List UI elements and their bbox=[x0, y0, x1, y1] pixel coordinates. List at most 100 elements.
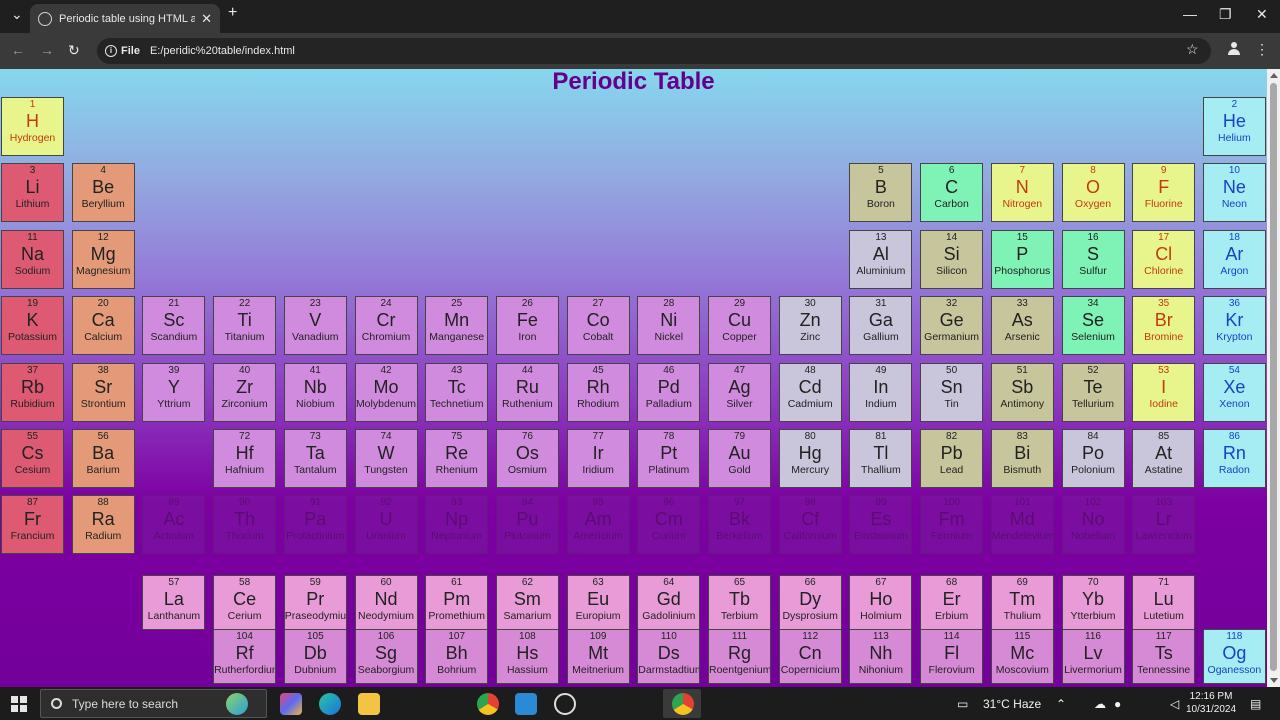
element-cd[interactable]: 48 Cd Cadmium bbox=[778, 363, 842, 422]
address-bar[interactable]: i File E:/peridic%20table/index.html bbox=[97, 38, 1211, 64]
element-mo[interactable]: 42 Mo Molybdenum bbox=[354, 363, 418, 422]
element-lv[interactable]: 116 Lv Livermorium bbox=[1061, 629, 1125, 684]
element-ce[interactable]: 58 Ce Cerium bbox=[213, 575, 277, 630]
element-n[interactable]: 7 N Nitrogen bbox=[990, 163, 1054, 222]
minimize-icon[interactable]: — bbox=[1183, 6, 1197, 22]
element-cu[interactable]: 29 Cu Copper bbox=[708, 296, 771, 355]
element-nh[interactable]: 113 Nh Nihonium bbox=[849, 629, 913, 684]
element-kr[interactable]: 36 Kr Krypton bbox=[1202, 296, 1266, 355]
element-yb[interactable]: 70 Yb Ytterbium bbox=[1061, 575, 1125, 630]
element-he[interactable]: 2 He Helium bbox=[1202, 97, 1266, 156]
element-b[interactable]: 5 B Boron bbox=[849, 163, 913, 222]
restore-icon[interactable]: ❐ bbox=[1219, 6, 1232, 23]
element-u[interactable]: 92 U Uranium bbox=[354, 495, 418, 554]
element-sm[interactable]: 62 Sm Samarium bbox=[495, 575, 559, 630]
element-k[interactable]: 19 K Potassium bbox=[1, 296, 64, 355]
edge-icon[interactable] bbox=[319, 693, 341, 715]
element-ti[interactable]: 22 Ti Titanium bbox=[213, 296, 277, 355]
element-w[interactable]: 74 W Tungsten bbox=[354, 429, 418, 488]
element-ho[interactable]: 67 Ho Holmium bbox=[849, 575, 913, 630]
volume-icon[interactable]: ◁ bbox=[1170, 697, 1179, 711]
element-al[interactable]: 13 Al Aluminium bbox=[849, 230, 913, 289]
taskbar-clock[interactable]: 12:16 PM 10/31/2024 bbox=[1186, 690, 1236, 716]
element-at[interactable]: 85 At Astatine bbox=[1132, 429, 1196, 488]
cloud-icon[interactable]: ☁ bbox=[1094, 697, 1106, 711]
element-se[interactable]: 34 Se Selenium bbox=[1061, 296, 1125, 355]
scrollbar[interactable] bbox=[1267, 69, 1280, 687]
element-th[interactable]: 90 Th Thorium bbox=[213, 495, 277, 554]
scroll-up-icon[interactable] bbox=[1270, 73, 1278, 78]
element-og[interactable]: 118 Og Oganesson bbox=[1202, 629, 1266, 684]
element-cn[interactable]: 112 Cn Copernicium bbox=[778, 629, 842, 684]
element-as[interactable]: 33 As Arsenic bbox=[990, 296, 1054, 355]
element-ca[interactable]: 20 Ca Calcium bbox=[71, 296, 135, 355]
vscode-icon[interactable] bbox=[515, 693, 537, 715]
element-hf[interactable]: 72 Hf Hafnium bbox=[213, 429, 277, 488]
close-window-icon[interactable]: ✕ bbox=[1256, 6, 1268, 23]
element-nb[interactable]: 41 Nb Niobium bbox=[283, 363, 347, 422]
element-o[interactable]: 8 O Oxygen bbox=[1061, 163, 1125, 222]
copilot-icon[interactable] bbox=[280, 693, 302, 715]
forward-arrow-icon[interactable]: → bbox=[40, 42, 54, 58]
element-hs[interactable]: 108 Hs Hassium bbox=[495, 629, 559, 684]
element-mg[interactable]: 12 Mg Magnesium bbox=[71, 230, 135, 289]
element-ge[interactable]: 32 Ge Germanium bbox=[920, 296, 984, 355]
element-v[interactable]: 23 V Vanadium bbox=[283, 296, 347, 355]
element-rg[interactable]: 111 Rg Roentgenium bbox=[708, 629, 771, 684]
element-lu[interactable]: 71 Lu Lutetium bbox=[1132, 575, 1196, 630]
tray-chevron-icon[interactable]: ⌃ bbox=[1056, 697, 1066, 711]
element-tc[interactable]: 43 Tc Technetium bbox=[425, 363, 489, 422]
browser-tab[interactable]: Periodic table using HTML and ✕ bbox=[30, 4, 220, 33]
element-ir[interactable]: 77 Ir Iridium bbox=[566, 429, 630, 488]
element-ni[interactable]: 28 Ni Nickel bbox=[637, 296, 701, 355]
element-sn[interactable]: 50 Sn Tin bbox=[920, 363, 984, 422]
element-rf[interactable]: 104 Rf Rutherfordium bbox=[213, 629, 277, 684]
element-tb[interactable]: 65 Tb Terbium bbox=[708, 575, 771, 630]
element-i[interactable]: 53 I Iodine bbox=[1132, 363, 1196, 422]
element-fe[interactable]: 26 Fe Iron bbox=[495, 296, 559, 355]
windows-start-icon[interactable] bbox=[11, 696, 27, 712]
element-er[interactable]: 68 Er Erbium bbox=[920, 575, 984, 630]
element-xe[interactable]: 54 Xe Xenon bbox=[1202, 363, 1266, 422]
element-li[interactable]: 3 Li Lithium bbox=[1, 163, 64, 222]
url-text[interactable]: E:/peridic%20table/index.html bbox=[150, 45, 295, 57]
element-dy[interactable]: 66 Dy Dysprosium bbox=[778, 575, 842, 630]
notifications-icon[interactable]: ▤ bbox=[1250, 697, 1261, 711]
scrollbar-thumb[interactable] bbox=[1270, 83, 1277, 671]
back-arrow-icon[interactable]: ← bbox=[11, 42, 25, 58]
element-ne[interactable]: 10 Ne Neon bbox=[1202, 163, 1266, 222]
element-fm[interactable]: 100 Fm Fermium bbox=[920, 495, 984, 554]
new-tab-button[interactable]: + bbox=[228, 4, 237, 22]
element-pm[interactable]: 61 Pm Promethium bbox=[425, 575, 489, 630]
element-la[interactable]: 57 La Lanthanum bbox=[142, 575, 206, 630]
element-pb[interactable]: 82 Pb Lead bbox=[920, 429, 984, 488]
element-ba[interactable]: 56 Ba Barium bbox=[71, 429, 135, 488]
element-np[interactable]: 93 Np Neptunium bbox=[425, 495, 489, 554]
weather-text[interactable]: 31°C Haze bbox=[983, 697, 1041, 711]
element-pt[interactable]: 78 Pt Platinum bbox=[637, 429, 701, 488]
element-ra[interactable]: 88 Ra Radium bbox=[71, 495, 135, 554]
element-cl[interactable]: 17 Cl Chlorine bbox=[1132, 230, 1196, 289]
element-bk[interactable]: 97 Bk Berkelium bbox=[708, 495, 771, 554]
element-pu[interactable]: 94 Pu Plutonium bbox=[495, 495, 559, 554]
element-pa[interactable]: 91 Pa Protactinium bbox=[283, 495, 347, 554]
element-p[interactable]: 15 P Phosphorus bbox=[990, 230, 1054, 289]
element-cf[interactable]: 98 Cf Californium bbox=[778, 495, 842, 554]
reload-icon[interactable]: ↻ bbox=[68, 42, 80, 59]
element-c[interactable]: 6 C Carbon bbox=[920, 163, 984, 222]
element-hg[interactable]: 80 Hg Mercury bbox=[778, 429, 842, 488]
site-info-chip[interactable]: i File bbox=[105, 45, 150, 57]
chrome-icon[interactable] bbox=[477, 693, 499, 715]
element-re[interactable]: 75 Re Rhenium bbox=[425, 429, 489, 488]
element-lr[interactable]: 103 Lr Lawrencium bbox=[1132, 495, 1196, 554]
element-fl[interactable]: 114 Fl Flerovium bbox=[920, 629, 984, 684]
weather-tray-icon[interactable]: ▭ bbox=[957, 697, 968, 711]
element-md[interactable]: 101 Md Mendelevium bbox=[990, 495, 1054, 554]
element-cm[interactable]: 96 Cm Curium bbox=[637, 495, 701, 554]
weather-widget-icon[interactable] bbox=[226, 693, 248, 715]
bookmark-star-icon[interactable]: ☆ bbox=[1186, 41, 1199, 58]
kebab-menu-icon[interactable]: ⋮ bbox=[1255, 41, 1269, 58]
element-ts[interactable]: 117 Ts Tennessine bbox=[1132, 629, 1196, 684]
element-nd[interactable]: 60 Nd Neodymium bbox=[354, 575, 418, 630]
element-cs[interactable]: 55 Cs Cesium bbox=[1, 429, 64, 488]
